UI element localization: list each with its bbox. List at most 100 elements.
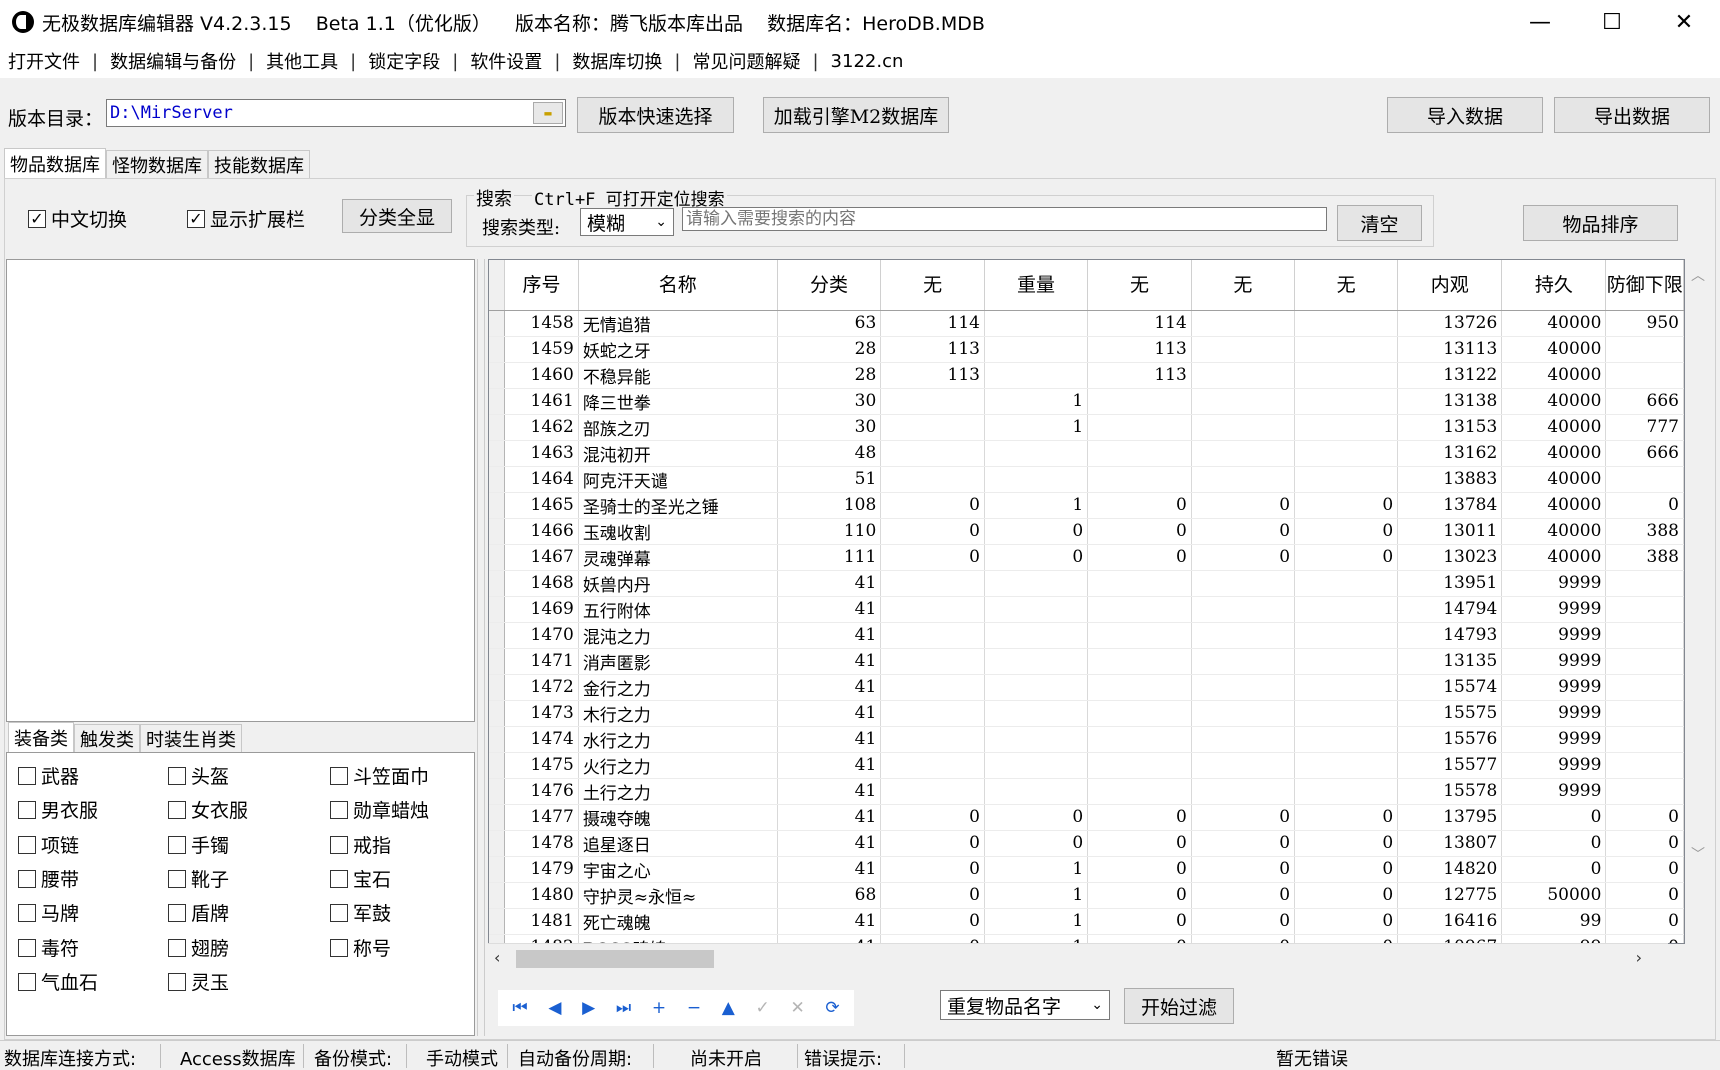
row-header[interactable] xyxy=(489,466,506,493)
table-cell[interactable]: 9999 xyxy=(1501,622,1607,649)
table-cell[interactable] xyxy=(1087,726,1192,753)
table-cell[interactable]: 1481 xyxy=(504,908,579,935)
show-ext-checkbox[interactable]: ✓ 显示扩展栏 xyxy=(187,205,305,232)
table-row[interactable]: 1468 妖兽内丹 41 13951 9999 xyxy=(489,570,1684,597)
table-cell[interactable] xyxy=(984,700,1089,727)
table-row[interactable]: 1474 水行之力 41 15576 9999 xyxy=(489,726,1684,753)
table-cell[interactable]: 9999 xyxy=(1501,596,1607,623)
table-cell[interactable] xyxy=(1605,700,1684,727)
row-header[interactable] xyxy=(489,570,506,597)
table-cell[interactable]: 0 xyxy=(1501,804,1607,831)
table-cell[interactable]: 0 xyxy=(880,544,985,571)
table-cell[interactable]: 99 xyxy=(1501,908,1607,935)
category-helmet[interactable]: 头盔 xyxy=(168,762,229,789)
table-cell[interactable] xyxy=(1605,726,1684,753)
row-header[interactable] xyxy=(489,700,506,727)
items-grid[interactable]: 序号 名称 分类 无 重量 无 无 无 内观 持久 防御下限 1458 无情追猎 6… xyxy=(488,259,1685,944)
table-cell[interactable] xyxy=(1087,700,1192,727)
table-cell[interactable]: 0 xyxy=(1501,856,1607,883)
table-cell[interactable] xyxy=(1087,674,1192,701)
table-cell[interactable]: 0 xyxy=(1087,882,1192,909)
table-row[interactable]: 1481 死亡魂魄 41 0 1 0 0 0 16416 99 0 xyxy=(489,908,1684,935)
table-cell[interactable]: 1458 xyxy=(504,310,579,337)
refresh-icon[interactable]: ⟳ xyxy=(825,998,839,1018)
table-cell[interactable]: 阿克汗天谴 xyxy=(578,466,778,493)
category-wings[interactable]: 翅膀 xyxy=(168,934,229,961)
table-cell[interactable]: 0 xyxy=(1294,492,1399,519)
table-cell[interactable]: 40000 xyxy=(1501,466,1607,493)
table-row[interactable]: 1467 灵魂弹幕 111 0 0 0 0 0 13023 40000 388 xyxy=(489,544,1684,571)
table-cell[interactable]: 9999 xyxy=(1501,778,1607,805)
table-row[interactable]: 1458 无情追猎 63 114 114 13726 40000 950 xyxy=(489,310,1684,337)
table-cell[interactable] xyxy=(1087,388,1192,415)
table-cell[interactable] xyxy=(984,622,1089,649)
category-necklace[interactable]: 项链 xyxy=(18,831,79,858)
table-cell[interactable]: 1468 xyxy=(504,570,579,597)
table-cell[interactable]: 0 xyxy=(1191,518,1296,545)
table-cell[interactable] xyxy=(984,310,1089,337)
search-type-select[interactable]: 模糊 ⌄ xyxy=(580,208,674,236)
row-header[interactable] xyxy=(489,856,506,883)
category-shield[interactable]: 盾牌 xyxy=(168,899,229,926)
table-cell[interactable]: 1 xyxy=(984,882,1089,909)
table-cell[interactable]: 111 xyxy=(777,544,882,571)
filter-select[interactable]: 重复物品名字 ⌄ xyxy=(940,990,1110,1020)
table-cell[interactable]: 死亡魂魄 xyxy=(578,908,778,935)
row-header[interactable] xyxy=(489,622,506,649)
row-header[interactable] xyxy=(489,648,506,675)
table-cell[interactable]: 0 xyxy=(1605,492,1684,519)
category-male-clothes[interactable]: 男衣服 xyxy=(18,796,98,823)
table-cell[interactable]: 388 xyxy=(1605,544,1684,571)
table-cell[interactable]: 13153 xyxy=(1397,414,1503,441)
table-cell[interactable] xyxy=(984,596,1089,623)
table-cell[interactable] xyxy=(1294,310,1399,337)
row-header[interactable] xyxy=(489,830,506,857)
table-cell[interactable] xyxy=(1294,622,1399,649)
row-header[interactable] xyxy=(489,492,506,519)
table-cell[interactable]: 1 xyxy=(984,492,1089,519)
table-cell[interactable]: 777 xyxy=(1605,414,1684,441)
table-row[interactable]: 1471 消声匿影 41 13135 9999 xyxy=(489,648,1684,675)
sort-items-button[interactable]: 物品排序 xyxy=(1523,205,1678,241)
table-cell[interactable] xyxy=(1191,726,1296,753)
table-cell[interactable] xyxy=(1294,778,1399,805)
table-cell[interactable]: 1470 xyxy=(504,622,579,649)
prior-record-icon[interactable]: ◀ xyxy=(548,998,561,1018)
table-cell[interactable] xyxy=(1294,570,1399,597)
table-cell[interactable]: 40000 xyxy=(1501,492,1607,519)
table-cell[interactable]: 0 xyxy=(880,518,985,545)
table-cell[interactable]: 0 xyxy=(1087,544,1192,571)
table-cell[interactable]: 0 xyxy=(1191,908,1296,935)
table-cell[interactable]: 0 xyxy=(880,856,985,883)
row-header[interactable] xyxy=(489,804,506,831)
table-cell[interactable]: 40000 xyxy=(1501,362,1607,389)
scroll-left-icon[interactable]: ‹ xyxy=(494,948,500,967)
table-cell[interactable]: 五行附体 xyxy=(578,596,778,623)
table-cell[interactable]: 666 xyxy=(1605,388,1684,415)
table-cell[interactable]: 1462 xyxy=(504,414,579,441)
table-cell[interactable] xyxy=(1191,466,1296,493)
table-cell[interactable]: 41 xyxy=(777,596,882,623)
column-header[interactable]: 序号 xyxy=(504,260,579,311)
table-cell[interactable] xyxy=(1087,752,1192,779)
table-cell[interactable]: 0 xyxy=(1294,882,1399,909)
table-cell[interactable]: 41 xyxy=(777,700,882,727)
table-cell[interactable]: 113 xyxy=(1087,336,1192,363)
table-cell[interactable]: 113 xyxy=(1087,362,1192,389)
menu-website[interactable]: 3122.cn xyxy=(831,51,904,72)
table-cell[interactable]: 41 xyxy=(777,908,882,935)
table-cell[interactable]: 0 xyxy=(1087,856,1192,883)
scroll-down-icon[interactable]: ﹀ xyxy=(1691,844,1705,864)
table-cell[interactable]: 13951 xyxy=(1397,570,1503,597)
row-header[interactable] xyxy=(489,310,506,337)
table-cell[interactable]: 108 xyxy=(777,492,882,519)
category-drum[interactable]: 军鼓 xyxy=(330,899,391,926)
table-cell[interactable]: 9999 xyxy=(1501,752,1607,779)
table-cell[interactable] xyxy=(1605,570,1684,597)
table-cell[interactable] xyxy=(1605,778,1684,805)
table-cell[interactable]: 0 xyxy=(1191,804,1296,831)
table-cell[interactable] xyxy=(1294,466,1399,493)
export-button[interactable]: 导出数据 xyxy=(1554,97,1710,133)
table-cell[interactable]: 0 xyxy=(1087,518,1192,545)
table-cell[interactable]: 追星逐日 xyxy=(578,830,778,857)
